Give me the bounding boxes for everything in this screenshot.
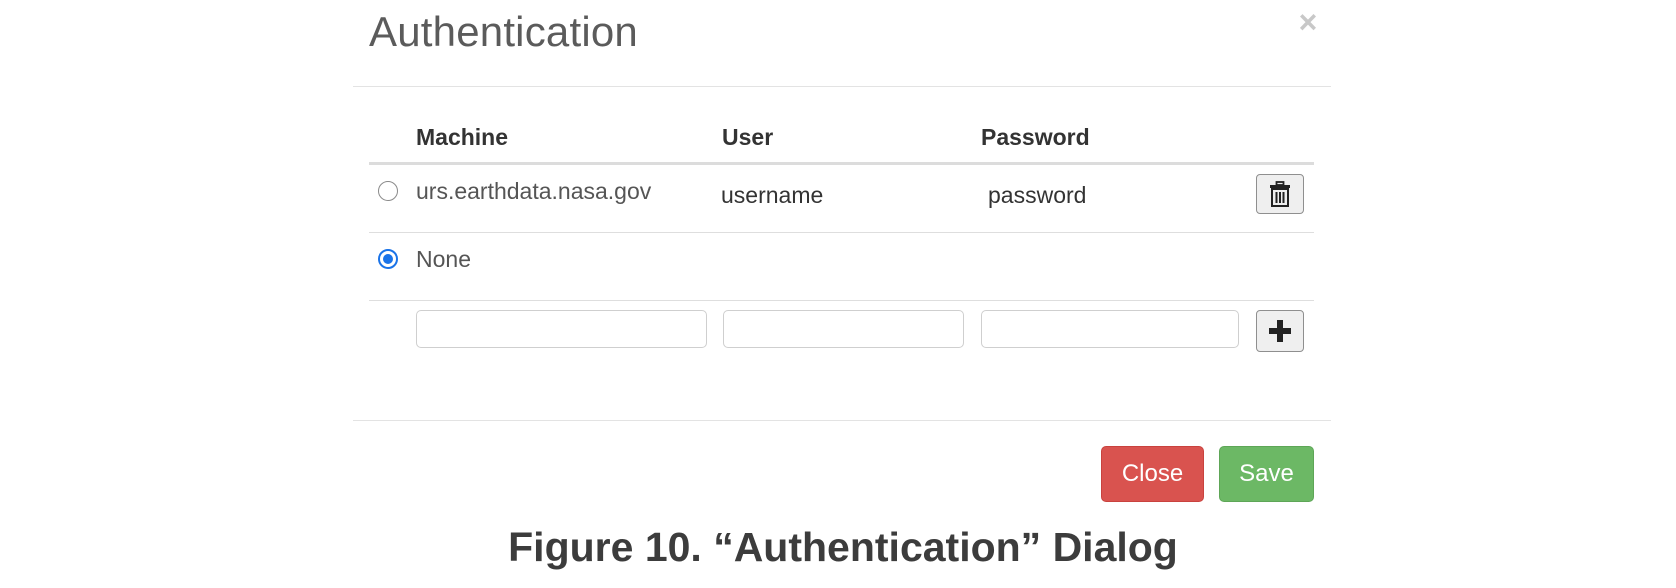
column-header-machine: Machine xyxy=(416,124,509,150)
header-divider xyxy=(353,86,1331,87)
user-cell: username xyxy=(721,182,824,208)
add-entry-button[interactable] xyxy=(1256,310,1304,352)
table-header-divider xyxy=(369,162,1314,165)
close-button[interactable]: Close xyxy=(1101,446,1204,502)
figure-caption: Figure 10. “Authentication” Dialog xyxy=(508,524,1178,570)
column-header-user: User xyxy=(722,124,774,150)
column-header-password: Password xyxy=(981,124,1090,150)
new-machine-input[interactable] xyxy=(416,310,707,348)
footer-divider xyxy=(353,420,1331,421)
save-button[interactable]: Save xyxy=(1219,446,1314,502)
plus-icon xyxy=(1269,320,1291,342)
trash-icon xyxy=(1270,181,1290,207)
new-user-input[interactable] xyxy=(723,310,964,348)
row-radio-none[interactable] xyxy=(378,249,398,269)
machine-cell-none: None xyxy=(416,246,471,272)
machine-cell: urs.earthdata.nasa.gov xyxy=(416,178,652,204)
row-divider xyxy=(369,232,1314,233)
radio-selected-dot xyxy=(383,254,393,264)
dialog-title: Authentication xyxy=(369,8,638,55)
delete-entry-button[interactable] xyxy=(1256,174,1304,214)
row-radio-earthdata[interactable] xyxy=(378,181,398,201)
new-password-input[interactable] xyxy=(981,310,1239,348)
password-cell: password xyxy=(988,182,1087,208)
row-divider xyxy=(369,300,1314,301)
dialog-close-icon[interactable]: × xyxy=(1290,2,1326,42)
